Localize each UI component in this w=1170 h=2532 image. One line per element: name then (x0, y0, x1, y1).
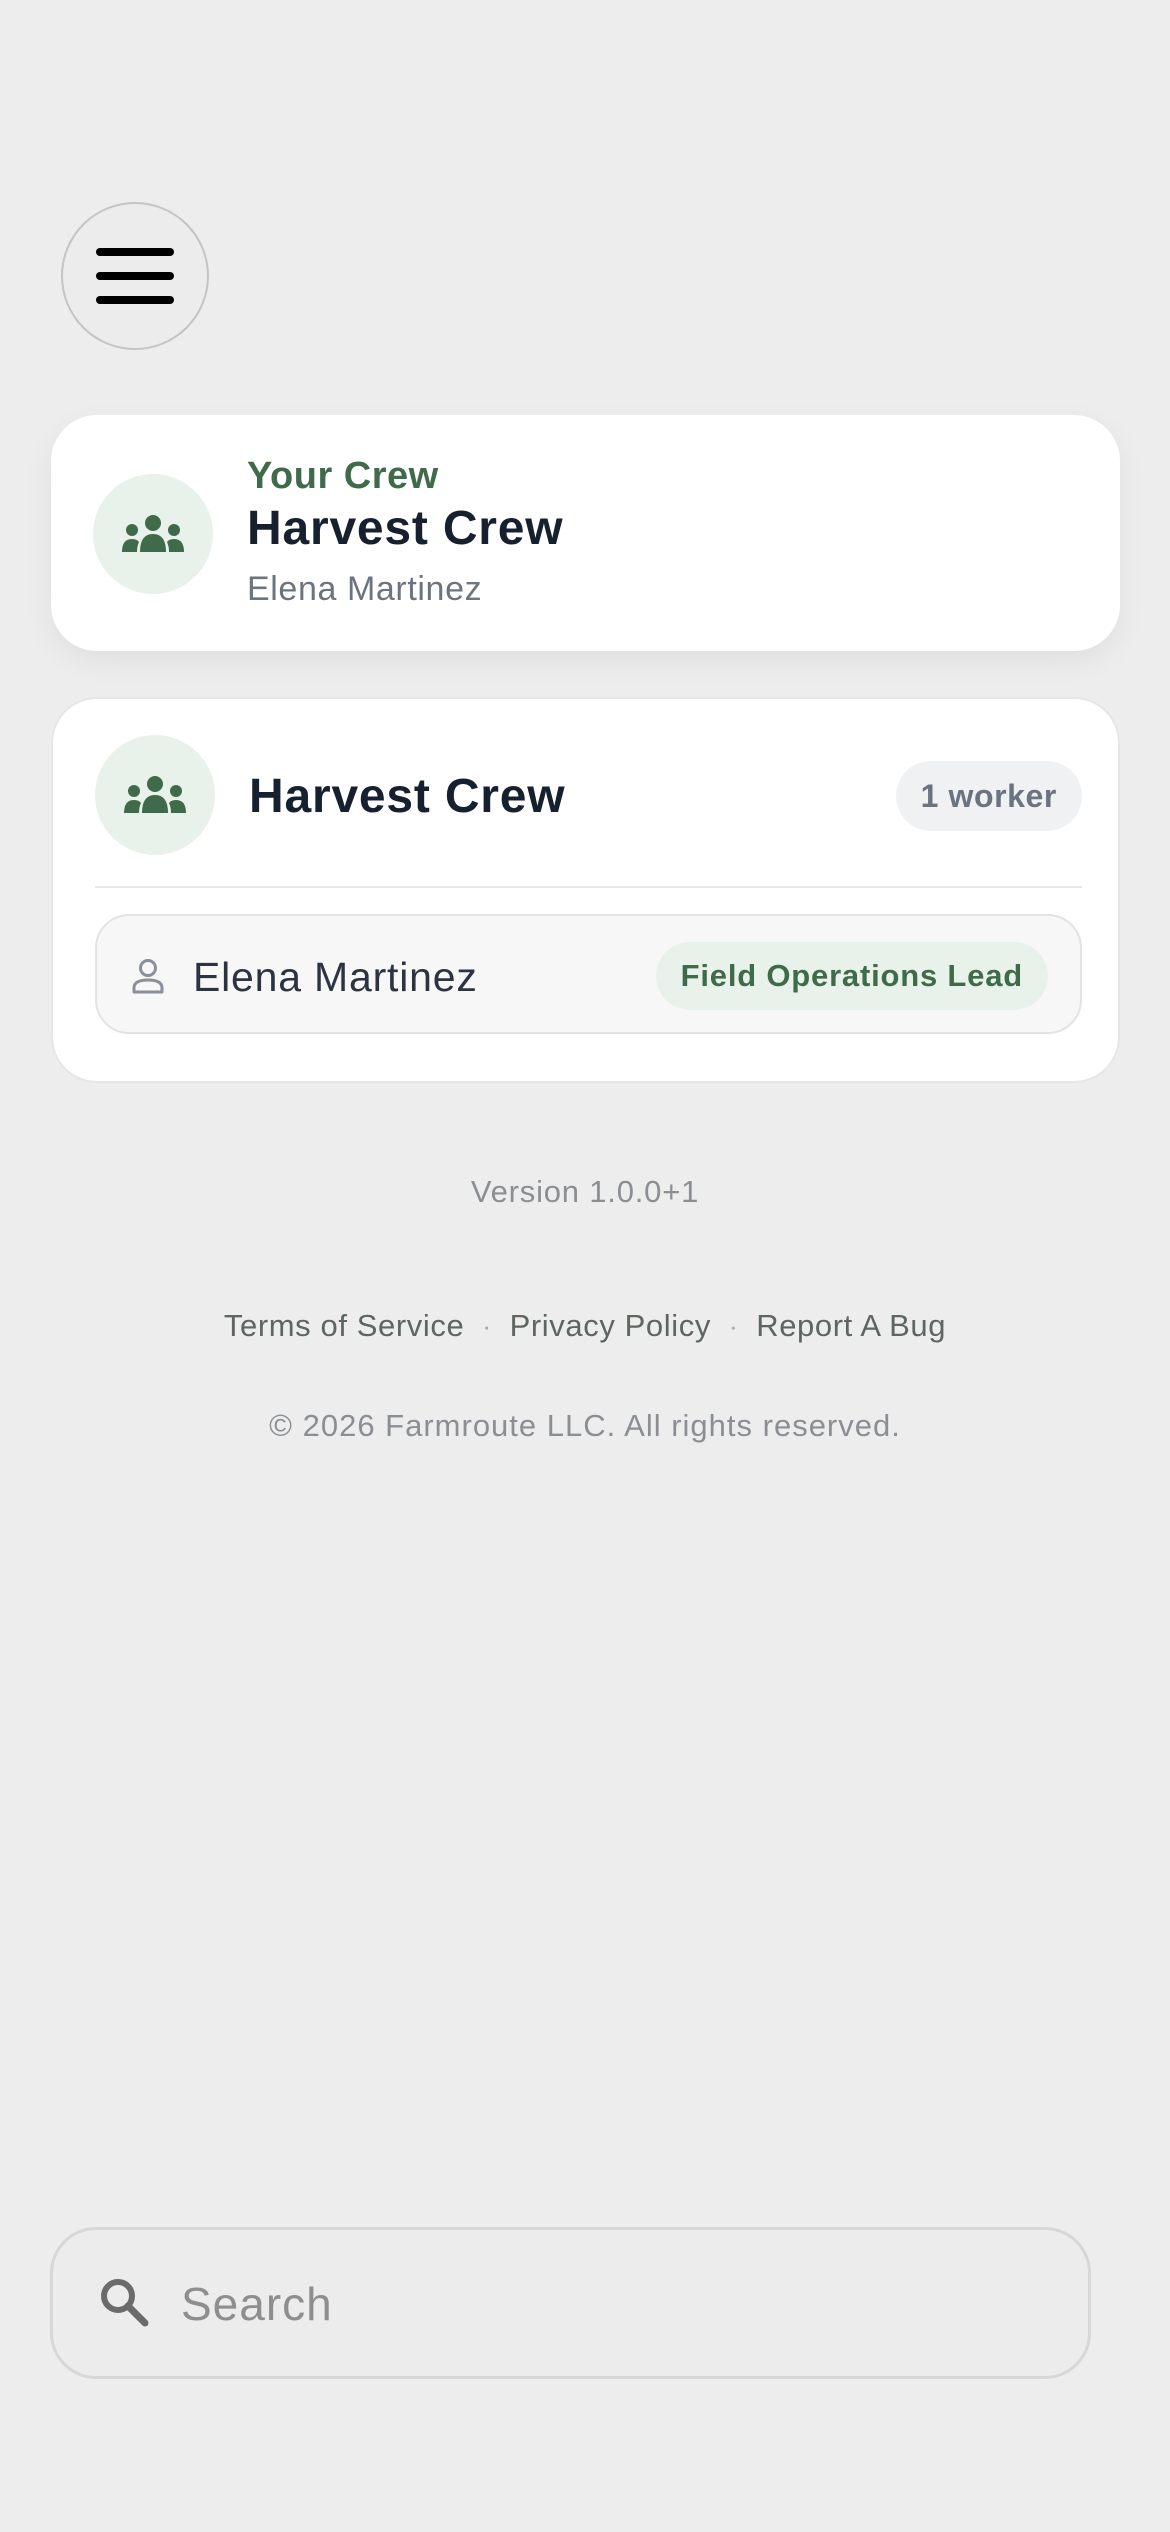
crew-detail-title: Harvest Crew (249, 770, 566, 823)
member-list-item[interactable]: Elena Martinez Field Operations Lead (95, 914, 1082, 1034)
app-screen: Your Crew Harvest Crew Elena Martinez Ha… (0, 0, 1170, 2532)
crew-avatar (93, 474, 213, 594)
hamburger-menu-icon (96, 248, 174, 304)
group-icon (122, 515, 184, 552)
worker-count-badge: 1 worker (895, 761, 1082, 831)
search-input[interactable] (181, 2260, 1041, 2348)
search-bar[interactable] (50, 2227, 1091, 2379)
app-version: Version 1.0.0+1 (470, 1174, 700, 1209)
member-role-badge: Field Operations Lead (655, 942, 1048, 1010)
crew-name: Harvest Crew (247, 502, 564, 555)
copyright-notice: © 2026 Farmroute LLC. All rights reserve… (269, 1408, 901, 1443)
member-name: Elena Martinez (193, 954, 478, 1000)
person-icon (132, 959, 164, 994)
report-bug-link[interactable]: Report A Bug (756, 1308, 946, 1344)
footer-links: Terms of Service · Privacy Policy · Repo… (0, 1308, 1170, 1344)
terms-of-service-link[interactable]: Terms of Service (224, 1308, 464, 1344)
crew-lead-name: Elena Martinez (247, 570, 483, 608)
privacy-policy-link[interactable]: Privacy Policy (510, 1308, 711, 1344)
crew-avatar (95, 735, 215, 855)
search-icon (101, 2279, 149, 2327)
menu-button[interactable] (61, 202, 209, 350)
divider (95, 886, 1082, 888)
link-separator: · (728, 1310, 739, 1341)
crew-summary-card[interactable]: Your Crew Harvest Crew Elena Martinez (51, 415, 1120, 651)
crew-detail-card: Harvest Crew 1 worker Elena Martinez Fie… (51, 697, 1120, 1083)
link-separator: · (482, 1310, 492, 1341)
group-icon (124, 776, 186, 813)
crew-eyebrow-label: Your Crew (247, 455, 439, 497)
